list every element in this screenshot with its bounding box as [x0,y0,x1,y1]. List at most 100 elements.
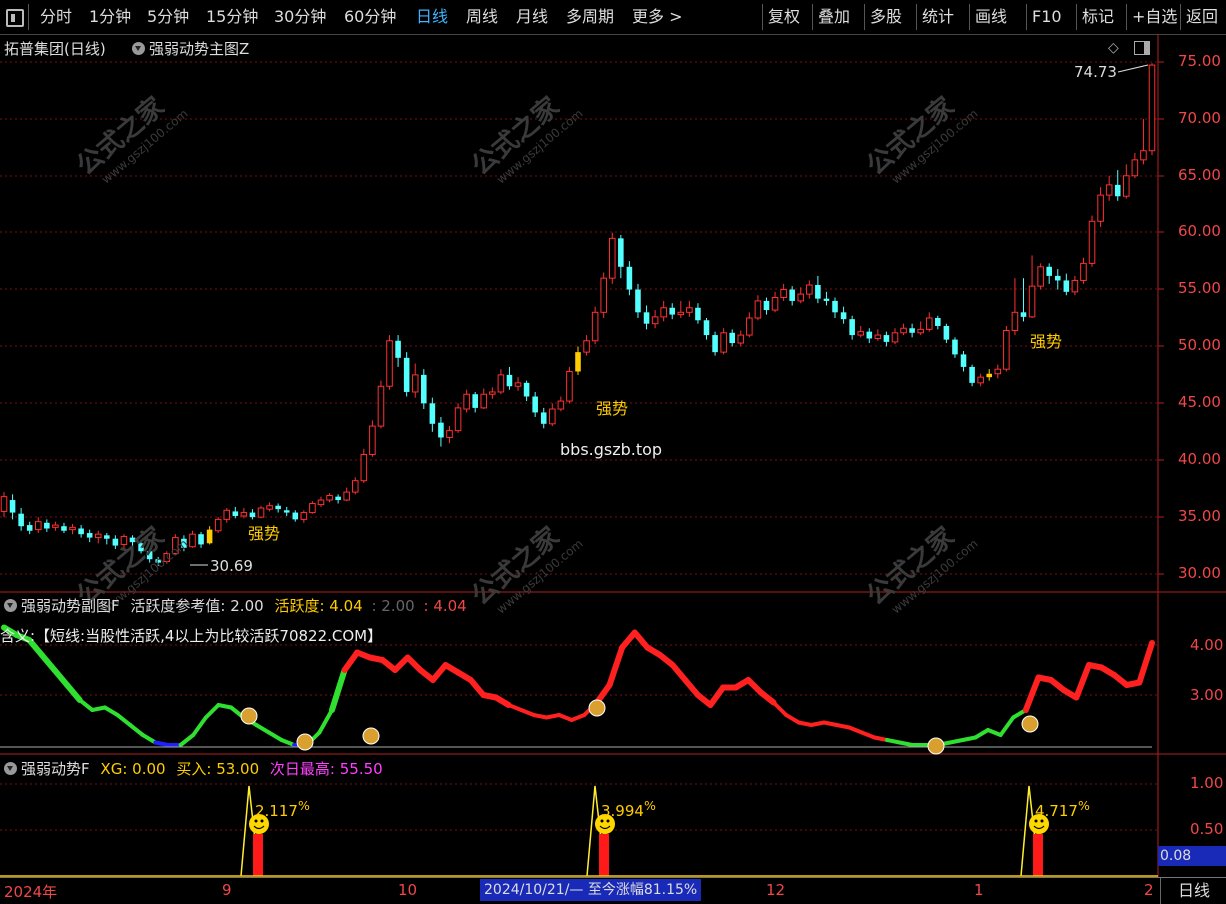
candle-body [677,311,685,316]
xg-value: 0.00 [132,760,166,778]
candle-body [232,511,239,516]
candle-body [909,328,915,333]
candle-body [411,374,419,393]
act-label: 活跃度: [274,597,325,615]
candle-body [61,526,67,531]
candle-body [900,327,907,334]
x-label: 2 [1144,881,1154,899]
candle-body [1063,280,1070,292]
candle-body [377,385,385,427]
candle-body [497,374,505,393]
activity-line [986,728,1003,737]
candle-body [849,319,855,336]
candle-body [18,513,24,527]
candle-body [1114,184,1121,197]
candle-body [994,368,1002,375]
candle-body [26,525,33,531]
candle-body [643,312,650,324]
candle-body [266,505,273,510]
sub2-title[interactable]: 强弱动势F XG: 0.00 买入: 53.00 次日最高: 55.50 [4,758,383,779]
activity-line [203,703,221,720]
sub1-ytick: 4.00 [1190,636,1224,654]
candle-body [618,238,624,267]
pct-label: 2.117% [255,798,310,820]
activity-line [493,694,512,708]
candle-body [438,422,444,438]
candle-body [857,331,865,336]
activity-line [998,715,1016,737]
dropdown-icon [4,762,17,775]
period-button[interactable]: 日线 [1160,878,1226,904]
activity-line [77,698,95,712]
candle-body [249,512,256,518]
activity-line [140,733,158,745]
candle-body [540,412,547,424]
activity-line [102,705,120,717]
activity-line [847,725,864,735]
main-ytick: 50.00 [1178,336,1221,354]
candle-body [986,373,993,378]
candle-body [720,332,727,353]
activity-line [191,715,208,737]
signal-label: 强势 [248,524,281,543]
money-bag-icon [927,737,945,755]
candle-body [686,307,693,313]
candle-body [94,533,102,539]
candle-body [832,300,838,313]
candle-body [1148,64,1156,152]
candle-body [429,403,436,424]
activity-line [64,682,83,703]
candle-body [557,400,565,410]
candle-body [351,480,359,493]
candle-body [472,394,478,408]
candle-body [223,509,231,520]
candle-body [34,521,42,531]
sub2-ytick: 1.00 [1190,774,1224,792]
candle-body [806,284,813,295]
candle-body [206,529,213,544]
money-bag-icon [240,707,258,725]
candle-body [489,391,496,395]
candle-body [883,335,890,342]
main-ytick: 55.00 [1178,279,1221,297]
main-ytick: 45.00 [1178,393,1221,411]
range-label: 2024/10/21/— 至今涨幅81.15% [480,879,702,901]
candle-body [754,300,762,319]
candle-body [575,352,581,372]
candle-body [292,512,299,520]
candle-body [815,285,821,299]
candle-body [874,334,882,339]
buy-label: 买入: [176,760,212,778]
candle-body [935,318,941,326]
signal-label: 强势 [1030,332,1063,351]
candle-body [977,376,984,384]
candle-body [189,533,196,548]
candle-body [300,512,308,520]
candle-body [1046,266,1052,276]
candle-body [240,512,248,517]
candle-body [86,533,93,538]
candle-body [69,526,76,531]
candle-body [840,312,847,320]
activity-line [771,700,789,717]
candle-body [583,340,590,353]
high-marker-arrow [1117,64,1149,73]
low-marker: 30.69 [210,557,253,575]
activity-line [1073,662,1092,701]
money-bag-icon [296,733,314,751]
activity-line [757,689,777,706]
candle-body [1054,275,1061,281]
activity-line [317,708,334,735]
candle-body [214,518,222,532]
candle-body [1131,159,1139,177]
candle-body [591,311,599,342]
candle-body [1123,175,1130,197]
pct-label: 3.994% [601,798,656,820]
xg-label: XG: [100,760,128,778]
activity-line [973,728,990,740]
sub1-title[interactable]: 强弱动势副图F 活跃度参考值: 2.00 活跃度: 4.04 : 2.00 : … [4,595,467,616]
main-ytick: 75.00 [1178,52,1221,70]
candle-body [891,332,899,343]
candle-body [737,334,745,344]
candle-body [600,277,607,313]
